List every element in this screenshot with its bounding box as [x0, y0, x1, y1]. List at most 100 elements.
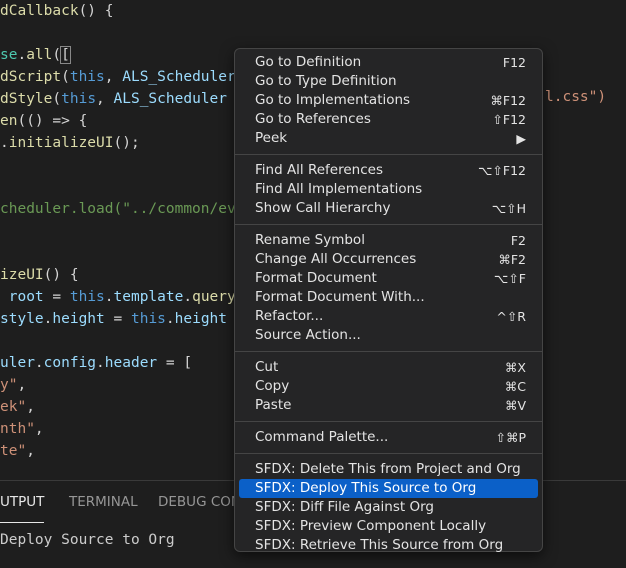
menu-item-shortcut: ^⇧R [496, 309, 526, 324]
code-token: (() => { [17, 113, 88, 129]
menu-separator [235, 224, 542, 225]
menu-item-shortcut: ⌘V [504, 398, 526, 413]
code-line: uler.config.header = [ [0, 352, 192, 374]
menu-item[interactable]: Find All References ⌥⇧F12 [239, 161, 538, 180]
tab-output[interactable]: UTPUT [0, 481, 45, 523]
code-token: uler [0, 355, 35, 371]
code-token: . [183, 289, 193, 305]
code-line: ek", [0, 396, 35, 418]
menu-item[interactable]: Go to Definition F12 [239, 53, 538, 72]
tab-debug-console[interactable]: DEBUG CON [158, 481, 241, 523]
matched-bracket: [ [60, 46, 71, 64]
code-token: ( [52, 91, 62, 107]
menu-item-label: Command Palette... [255, 429, 389, 445]
menu-item[interactable]: SFDX: Delete This from Project and Org [239, 460, 538, 479]
code-token: = [104, 311, 131, 327]
menu-item-shortcut: ⌥⇧F [493, 271, 526, 286]
code-token: dScript [0, 69, 62, 85]
menu-item-label: Cut [255, 359, 279, 375]
menu-item[interactable]: Find All Implementations [239, 180, 538, 199]
code-token: . [0, 135, 9, 151]
code-token: style [0, 311, 44, 327]
code-token: nth" [0, 421, 35, 437]
menu-item-label: Go to Definition [255, 54, 362, 70]
menu-separator [235, 154, 542, 155]
code-token: = [43, 289, 70, 305]
menu-item-label: Go to References [255, 111, 371, 127]
code-line: te", [0, 440, 35, 462]
output-text: Deploy Source to Org [0, 532, 175, 548]
code-token: , [96, 91, 114, 107]
menu-item-label: Go to Type Definition [255, 73, 397, 89]
menu-item[interactable]: Go to References ⇧F12 [239, 110, 538, 129]
code-line: en(() => { [0, 110, 87, 132]
menu-item[interactable]: Go to Implementations ⌘F12 [239, 91, 538, 110]
code-token: , [104, 69, 123, 85]
code-token: height [52, 311, 105, 327]
menu-item[interactable]: SFDX: Diff File Against Org [239, 498, 538, 517]
code-line: izeUI() { [0, 264, 79, 286]
code-token: () { [78, 3, 114, 19]
code-token: height [174, 311, 228, 327]
code-token: dCallback [0, 3, 79, 19]
menu-item[interactable]: Show Call Hierarchy ⌥⇧H [239, 199, 538, 218]
code-token: = [ [157, 355, 193, 371]
code-token: . [34, 355, 44, 371]
menu-item[interactable]: Refactor... ^⇧R [239, 307, 538, 326]
menu-item[interactable]: SFDX: Deploy This Source to Org [239, 479, 538, 498]
code-line: style.height = this.height [0, 308, 227, 330]
code-token: . [104, 289, 114, 305]
menu-item[interactable]: Cut ⌘X [239, 358, 538, 377]
menu-item-shortcut: ⇧F12 [492, 112, 526, 127]
menu-item-shortcut: ⌥⇧F12 [478, 163, 526, 178]
menu-item[interactable]: Peek ▶ [239, 129, 538, 148]
menu-item-label: Change All Occurrences [255, 251, 417, 267]
code-token: initializeUI [8, 135, 114, 151]
menu-item[interactable]: Copy ⌘C [239, 377, 538, 396]
code-line: dCallback() { [0, 0, 114, 22]
code-token: , [26, 399, 35, 415]
code-token: dStyle [0, 91, 53, 107]
code-token: se [0, 47, 18, 63]
code-token: this [61, 91, 97, 107]
menu-item[interactable]: Go to Type Definition [239, 72, 538, 91]
menu-item[interactable]: Rename Symbol F2 [239, 231, 538, 250]
code-token: config [43, 355, 97, 371]
menu-item-label: SFDX: Deploy This Source to Org [255, 480, 477, 496]
code-token: (); [113, 135, 140, 151]
menu-item-label: SFDX: Diff File Against Org [255, 499, 434, 515]
tab-terminal[interactable]: TERMINAL [69, 481, 138, 523]
menu-item-label: SFDX: Preview Component Locally [255, 518, 487, 534]
code-token: ( [52, 47, 62, 63]
menu-item[interactable]: Format Document ⌥⇧F [239, 269, 538, 288]
menu-item-shortcut: ⌘F2 [498, 252, 526, 267]
code-token: . [165, 311, 175, 327]
code-line: y", [0, 374, 26, 396]
menu-item[interactable]: Command Palette... ⇧⌘P [239, 428, 538, 447]
menu-item-label: Find All References [255, 162, 383, 178]
code-token: cheduler.load("../common/ev [0, 201, 236, 217]
code-token: query [192, 289, 236, 305]
code-token: , [34, 421, 44, 437]
menu-item[interactable]: Paste ⌘V [239, 396, 538, 415]
menu-item[interactable]: SFDX: Retrieve This Source from Org [239, 536, 538, 555]
menu-item[interactable]: Format Document With... [239, 288, 538, 307]
code-token: this [69, 289, 105, 305]
menu-item-label: SFDX: Delete This from Project and Org [255, 461, 521, 477]
code-token: . [96, 355, 105, 371]
menu-separator [235, 453, 542, 454]
code-overflow-text: l.css") [545, 89, 607, 105]
menu-item-label: Go to Implementations [255, 92, 411, 108]
menu-item[interactable]: SFDX: Preview Component Locally [239, 517, 538, 536]
code-token: this [69, 69, 105, 85]
code-line: dStyle(this, ALS_Scheduler [0, 88, 227, 110]
code-token: ALS_Scheduler [122, 69, 236, 85]
menu-item[interactable]: Change All Occurrences ⌘F2 [239, 250, 538, 269]
menu-item-shortcut: ⇧⌘P [495, 430, 526, 445]
menu-item[interactable]: Source Action... [239, 326, 538, 345]
code-token: izeUI [0, 267, 44, 283]
code-token: template [113, 289, 184, 305]
menu-item-label: Paste [255, 397, 292, 413]
code-token: all [26, 47, 53, 63]
menu-item-label: Rename Symbol [255, 232, 365, 248]
